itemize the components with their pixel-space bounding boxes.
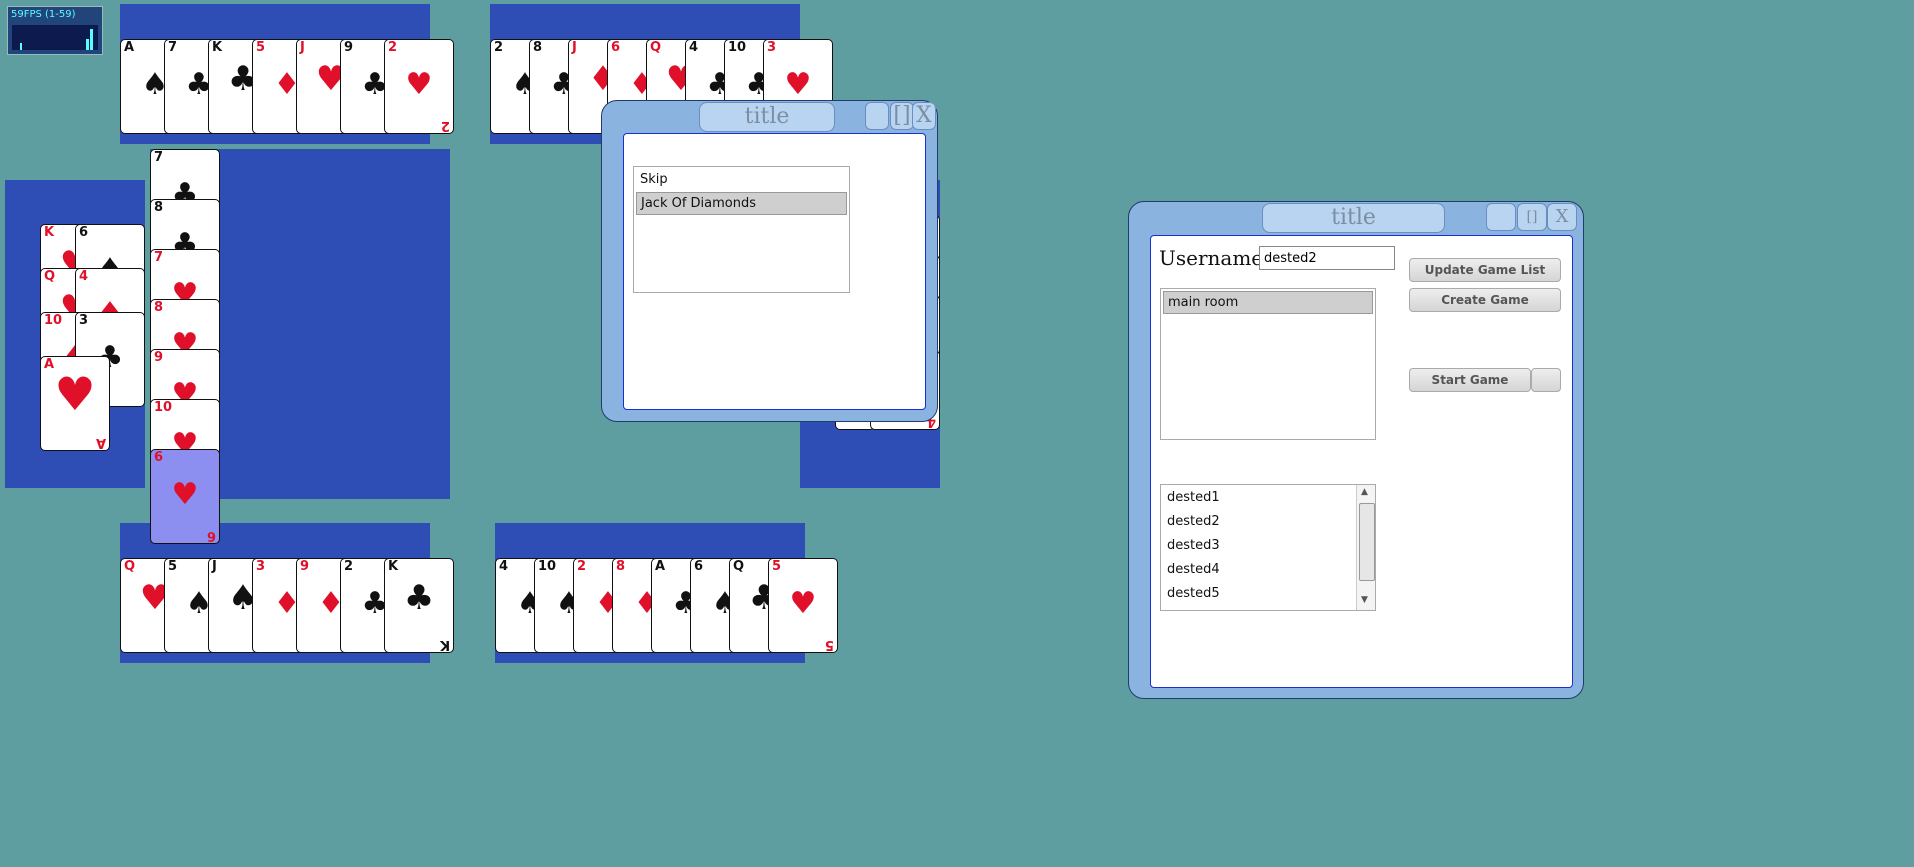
card-rank: 5 bbox=[256, 40, 266, 55]
card-suit-icon: ♥ bbox=[54, 367, 96, 421]
card-rank: 7 bbox=[154, 150, 164, 165]
card-suit-icon: ♥ bbox=[405, 67, 433, 102]
create-game-button[interactable]: Create Game bbox=[1409, 288, 1561, 312]
card-rank: Q bbox=[650, 40, 662, 55]
playing-card[interactable]: 6 ♥ 6 bbox=[150, 449, 220, 544]
fps-meter: 59FPS (1-59) bbox=[7, 6, 103, 55]
update-game-list-button[interactable]: Update Game List bbox=[1409, 258, 1561, 282]
card-rank: 4 bbox=[499, 559, 509, 574]
lobby-window-body: Username: Update Game List Create Game S… bbox=[1150, 235, 1573, 688]
fps-label: 59FPS (1-59) bbox=[11, 9, 76, 20]
card-rank: 2 bbox=[388, 40, 398, 55]
card-rank: 10 bbox=[728, 40, 747, 55]
player-item[interactable]: dested5 bbox=[1163, 583, 1353, 604]
card-rank: 4 bbox=[689, 40, 699, 55]
card-rank: 8 bbox=[533, 40, 543, 55]
choice-window: title [] X Skip Jack Of Diamonds bbox=[601, 100, 938, 422]
card-rank: 2 bbox=[494, 40, 504, 55]
card-suit-icon: ♣ bbox=[403, 578, 435, 618]
card-rank: 10 bbox=[44, 313, 63, 328]
scroll-up-icon[interactable]: ▲ bbox=[1361, 487, 1368, 497]
player-list[interactable]: dested1 dested2 dested3 dested4 dested5 … bbox=[1160, 484, 1376, 611]
card-rank: 8 bbox=[616, 559, 626, 574]
card-rank: A bbox=[124, 40, 135, 55]
playing-card[interactable]: 5 ♥ 5 bbox=[768, 558, 838, 653]
room-item-main-room[interactable]: main room bbox=[1163, 291, 1373, 314]
card-rank: K bbox=[212, 40, 223, 55]
choice-item-skip[interactable]: Skip bbox=[636, 169, 847, 190]
card-suit-icon: ♥ bbox=[171, 477, 199, 512]
card-rank: 8 bbox=[154, 200, 164, 215]
playing-card[interactable]: 2 ♥ 2 bbox=[384, 39, 454, 134]
card-rank: 5 bbox=[772, 559, 782, 574]
room-list[interactable]: main room bbox=[1160, 288, 1376, 440]
fps-graph bbox=[12, 25, 98, 50]
playing-card[interactable]: K ♣ K bbox=[384, 558, 454, 653]
choice-list[interactable]: Skip Jack Of Diamonds bbox=[633, 166, 850, 293]
choice-window-restore-button[interactable]: [] bbox=[890, 102, 914, 130]
card-rank: 2 bbox=[577, 559, 587, 574]
playing-card[interactable]: A ♥ A bbox=[40, 356, 110, 451]
card-rank: A bbox=[95, 435, 106, 450]
choice-window-close-button[interactable]: X bbox=[912, 102, 936, 130]
card-suit-icon: ♥ bbox=[789, 586, 817, 621]
card-rank: 6 bbox=[611, 40, 621, 55]
start-game-button-dropdown[interactable] bbox=[1531, 368, 1561, 392]
username-input[interactable] bbox=[1259, 246, 1395, 270]
card-rank: J bbox=[572, 40, 577, 55]
scroll-down-icon[interactable]: ▼ bbox=[1361, 595, 1368, 605]
card-rank: 9 bbox=[300, 559, 310, 574]
choice-window-minimize-button[interactable] bbox=[865, 102, 889, 130]
lobby-window-title[interactable]: title bbox=[1262, 203, 1445, 233]
username-label: Username: bbox=[1159, 246, 1270, 270]
choice-window-title[interactable]: title bbox=[699, 102, 835, 132]
card-rank: 4 bbox=[79, 269, 89, 284]
card-rank: K bbox=[388, 559, 399, 574]
card-rank: 3 bbox=[79, 313, 89, 328]
card-rank: 3 bbox=[256, 559, 266, 574]
card-rank: 6 bbox=[694, 559, 704, 574]
card-rank: Q bbox=[733, 559, 745, 574]
choice-item-jack-of-diamonds[interactable]: Jack Of Diamonds bbox=[636, 192, 847, 215]
card-rank: A bbox=[655, 559, 666, 574]
choice-window-body: Skip Jack Of Diamonds bbox=[623, 133, 926, 410]
card-rank: 8 bbox=[154, 300, 164, 315]
player-item[interactable]: dested3 bbox=[1163, 535, 1353, 556]
card-rank: 3 bbox=[767, 40, 777, 55]
card-rank: 5 bbox=[824, 637, 834, 652]
lobby-window: title [] X Username: Update Game List Cr… bbox=[1128, 201, 1584, 699]
player-item[interactable]: dested4 bbox=[1163, 559, 1353, 580]
card-rank: 9 bbox=[154, 350, 164, 365]
lobby-window-minimize-button[interactable] bbox=[1486, 203, 1516, 231]
card-suit-icon: ♥ bbox=[784, 67, 812, 102]
card-rank: J bbox=[300, 40, 305, 55]
card-rank: 10 bbox=[538, 559, 557, 574]
card-rank: K bbox=[439, 637, 450, 652]
card-rank: Q bbox=[44, 269, 56, 284]
lobby-window-restore-button[interactable]: [] bbox=[1517, 203, 1547, 231]
card-rank: 2 bbox=[440, 118, 450, 133]
player-list-scrollbar[interactable]: ▲ ▼ bbox=[1356, 485, 1375, 610]
scrollbar-thumb[interactable] bbox=[1359, 503, 1375, 581]
card-rank: J bbox=[212, 559, 217, 574]
card-rank: 9 bbox=[344, 40, 354, 55]
card-rank: 6 bbox=[79, 225, 89, 240]
card-rank: A bbox=[44, 357, 55, 372]
player-item[interactable]: dested1 bbox=[1163, 487, 1353, 508]
player-item[interactable]: dested2 bbox=[1163, 511, 1353, 532]
card-rank: 6 bbox=[206, 528, 216, 543]
card-rank: 6 bbox=[154, 450, 164, 465]
card-rank: Q bbox=[124, 559, 136, 574]
card-rank: K bbox=[44, 225, 55, 240]
card-rank: 2 bbox=[344, 559, 354, 574]
card-rank: 7 bbox=[154, 250, 164, 265]
card-rank: 10 bbox=[154, 400, 173, 415]
start-game-button[interactable]: Start Game bbox=[1409, 368, 1531, 392]
card-rank: 5 bbox=[168, 559, 178, 574]
lobby-window-close-button[interactable]: X bbox=[1547, 203, 1577, 231]
card-rank: 7 bbox=[168, 40, 178, 55]
